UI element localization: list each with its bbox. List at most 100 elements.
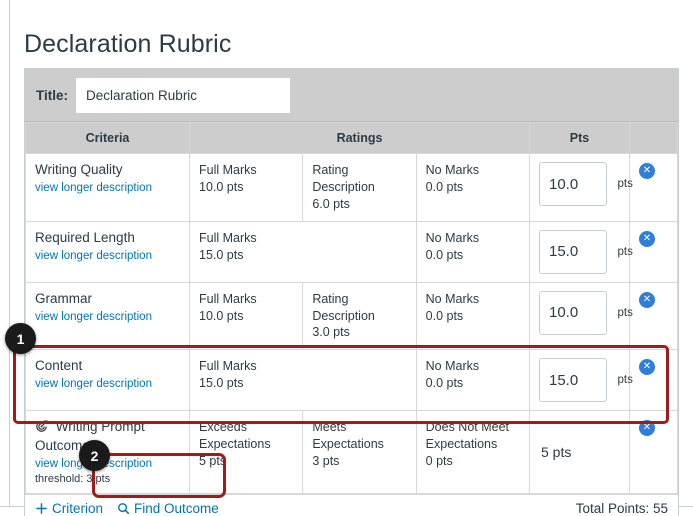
rating-points: 6.0 pts bbox=[312, 196, 350, 211]
rating-cell[interactable]: No Marks 0.0 pts bbox=[415, 153, 531, 222]
rating-title: Rating Description bbox=[312, 163, 375, 194]
delete-cell: ✕ bbox=[629, 153, 678, 222]
table-header-row: Criteria Ratings Pts bbox=[25, 122, 678, 154]
rating-title: Full Marks bbox=[199, 291, 257, 306]
total-points-label: Total Points: 55 bbox=[575, 501, 668, 516]
rating-title: Full Marks bbox=[199, 359, 257, 374]
delete-cell: ✕ bbox=[629, 281, 678, 351]
criterion-points-input[interactable] bbox=[539, 358, 607, 403]
rating-title: No Marks bbox=[425, 291, 480, 306]
rating-title: Exceeds Expectations bbox=[199, 420, 271, 452]
table-row: Content view longer description Full Mar… bbox=[25, 349, 678, 412]
rating-title: Does Not Meet Expectations bbox=[425, 420, 510, 452]
annotation-badge-1: 1 bbox=[5, 323, 36, 354]
page-frame-left-edge bbox=[0, 0, 10, 516]
rating-cell[interactable]: Does Not Meet Expectations 0 pts bbox=[415, 410, 531, 494]
view-longer-description-link[interactable]: view longer description bbox=[35, 182, 180, 194]
outcome-points-value: 5 pts bbox=[541, 444, 572, 461]
find-outcome-button[interactable]: Find Outcome bbox=[117, 501, 219, 516]
points-cell: pts bbox=[529, 220, 633, 283]
table-row: Grammar view longer description Full Mar… bbox=[25, 281, 678, 351]
points-suffix: pts bbox=[617, 178, 633, 190]
table-row-outcome: Writing Prompt Outcome view longer descr… bbox=[25, 410, 678, 494]
rating-title: Meets Expectations bbox=[312, 420, 384, 452]
rating-cell[interactable]: Full Marks 10.0 pts bbox=[188, 153, 304, 222]
points-cell: 5 pts bbox=[529, 410, 630, 494]
page-title: Declaration Rubric bbox=[24, 29, 232, 58]
rating-title: Rating Description bbox=[312, 291, 375, 323]
column-header-ratings: Ratings bbox=[189, 122, 530, 154]
points-cell: pts bbox=[529, 349, 633, 412]
criterion-points-input[interactable] bbox=[539, 162, 607, 206]
column-header-actions bbox=[629, 122, 678, 154]
criterion-cell: Writing Quality view longer description bbox=[25, 153, 190, 222]
view-longer-description-link[interactable]: view longer description bbox=[35, 311, 180, 323]
delete-cell: ✕ bbox=[629, 220, 678, 283]
rating-points: 15.0 pts bbox=[199, 376, 244, 391]
view-longer-description-link[interactable]: view longer description bbox=[35, 378, 180, 390]
criterion-name: Writing Quality bbox=[35, 162, 123, 177]
points-suffix: pts bbox=[617, 306, 633, 319]
rubric-editor: Title: Criteria Ratings Pts bbox=[24, 68, 679, 516]
table-row: Writing Quality view longer description … bbox=[25, 153, 678, 222]
close-circle-icon[interactable]: ✕ bbox=[639, 359, 655, 376]
rubric-title-input[interactable] bbox=[76, 77, 291, 113]
criterion-cell: Content view longer description bbox=[25, 349, 190, 412]
close-circle-icon[interactable]: ✕ bbox=[639, 420, 655, 437]
add-criterion-label: Criterion bbox=[52, 501, 104, 516]
criterion-name: Grammar bbox=[35, 290, 92, 306]
rating-points: 15.0 pts bbox=[199, 247, 244, 262]
rating-cell[interactable]: Exceeds Expectations 5 pts bbox=[188, 410, 304, 494]
rating-cell[interactable]: Full Marks 15.0 pts bbox=[189, 349, 417, 412]
rating-title: No Marks bbox=[425, 230, 480, 245]
rating-points: 5 pts bbox=[199, 454, 227, 468]
rating-cell[interactable]: Full Marks 10.0 pts bbox=[188, 281, 304, 351]
rating-points: 10.0 pts bbox=[199, 179, 244, 194]
title-label: Title: bbox=[36, 87, 69, 103]
rating-title: Full Marks bbox=[199, 163, 257, 177]
add-criterion-button[interactable]: Criterion bbox=[35, 501, 103, 516]
rating-cell[interactable]: Rating Description 6.0 pts bbox=[302, 153, 417, 222]
page-content: Declaration Rubric Title: Criteria Ratin… bbox=[10, 0, 693, 516]
rating-cell[interactable]: No Marks 0.0 pts bbox=[415, 349, 531, 412]
rating-points: 10.0 pts bbox=[199, 308, 244, 323]
rating-title: Full Marks bbox=[199, 230, 257, 245]
annotation-badge-2: 2 bbox=[79, 440, 110, 471]
plus-icon bbox=[35, 502, 48, 515]
outcome-threshold: threshold: 3 pts bbox=[35, 473, 111, 485]
points-suffix: pts bbox=[617, 245, 633, 258]
column-header-criteria: Criteria bbox=[25, 122, 190, 154]
close-circle-icon[interactable]: ✕ bbox=[639, 291, 655, 308]
rubric-criteria-table: Criteria Ratings Pts Writing Quality vie… bbox=[25, 122, 678, 494]
column-header-pts: Pts bbox=[529, 122, 630, 154]
criterion-name: Content bbox=[35, 358, 83, 374]
criterion-points-input[interactable] bbox=[539, 229, 607, 274]
rating-cell[interactable]: No Marks 0.0 pts bbox=[415, 220, 531, 283]
rating-points: 0.0 pts bbox=[425, 376, 464, 391]
rubric-edit-page: Declaration Rubric Title: Criteria Ratin… bbox=[0, 0, 693, 516]
rating-cell[interactable]: No Marks 0.0 pts bbox=[415, 281, 531, 351]
table-row: Required Length view longer description … bbox=[25, 220, 678, 283]
rubric-title-row: Title: bbox=[25, 69, 678, 122]
points-suffix: pts bbox=[617, 374, 633, 387]
rating-title: No Marks bbox=[425, 359, 480, 374]
criterion-points-input[interactable] bbox=[539, 290, 607, 335]
rubric-footer-links: Criterion Find Outcome Total Points: 55 bbox=[25, 494, 678, 516]
outcome-target-icon bbox=[35, 420, 48, 438]
rating-cell[interactable]: Meets Expectations 3 pts bbox=[302, 410, 417, 494]
criterion-cell: Required Length view longer description bbox=[25, 220, 190, 283]
close-circle-icon[interactable]: ✕ bbox=[639, 163, 655, 179]
rating-points: 0.0 pts bbox=[425, 179, 464, 194]
view-longer-description-link[interactable]: view longer description bbox=[35, 250, 180, 262]
rating-points: 0 pts bbox=[425, 454, 453, 468]
find-outcome-label: Find Outcome bbox=[134, 501, 219, 516]
rating-cell[interactable]: Rating Description 3.0 pts bbox=[302, 281, 417, 351]
rating-points: 0.0 pts bbox=[425, 247, 464, 262]
rating-points: 3.0 pts bbox=[312, 325, 350, 340]
close-circle-icon[interactable]: ✕ bbox=[639, 230, 655, 247]
rating-cell[interactable]: Full Marks 15.0 pts bbox=[189, 220, 417, 283]
delete-cell: ✕ bbox=[629, 349, 678, 412]
criterion-cell: Grammar view longer description bbox=[25, 281, 190, 351]
search-icon bbox=[117, 502, 130, 515]
points-cell: pts bbox=[529, 281, 633, 351]
